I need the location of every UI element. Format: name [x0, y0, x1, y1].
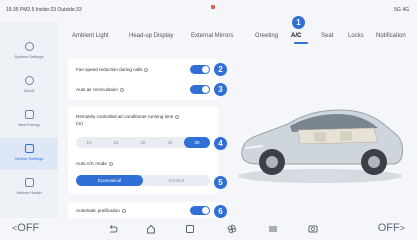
tab-head-up-display[interactable]: Head-up Display — [129, 33, 173, 39]
left-temp-display[interactable]: <OFF — [12, 222, 39, 234]
square-icon[interactable] — [185, 224, 195, 234]
settings-card-purification: Automatic purification — [68, 202, 218, 218]
fan-speed-toggle[interactable] — [190, 65, 210, 74]
sidebar-item-label: System Settings — [14, 54, 44, 59]
bottom-bar: <OFF OFF> — [0, 218, 417, 240]
remote-ac-option-selected[interactable]: 30 — [184, 137, 210, 148]
signal-status: 5G 4G — [394, 7, 409, 13]
sidebar-item-vehicle-health[interactable]: Vehicle Health — [0, 172, 58, 204]
status-bar: 16:35 PM2.5 Inside:23 Outside:33 5G 4G — [0, 0, 417, 20]
steering-icon — [24, 76, 34, 85]
callout-badge: 6 — [214, 205, 227, 218]
back-icon[interactable] — [108, 224, 118, 234]
car-health-icon — [24, 178, 34, 187]
right-temp-display[interactable]: OFF> — [378, 222, 405, 234]
remote-ac-option[interactable]: 15 — [103, 137, 129, 148]
remote-ac-label: Remotely controlled air conditioner runn… — [76, 114, 180, 119]
remote-ac-option[interactable]: 20 — [130, 137, 156, 148]
tab-ambient-light[interactable]: Ambient Light — [72, 33, 109, 39]
sidebar-item-vehicle-settings[interactable]: Vehicle Settings — [0, 138, 58, 170]
sidebar-item-label: New Energy — [18, 122, 40, 127]
auto-purification-toggle[interactable] — [190, 206, 210, 215]
callout-badge: 1 — [292, 16, 305, 29]
gear-icon — [24, 42, 34, 51]
sidebar-item-label: ADAS — [23, 88, 35, 93]
auto-ac-mode-option-selected[interactable]: Economical — [76, 175, 143, 186]
tab-greeting[interactable]: Greeting — [255, 33, 278, 39]
tab-external-mirrors[interactable]: External Mirrors — [191, 33, 233, 39]
info-icon[interactable] — [108, 161, 113, 166]
car-illustration — [228, 80, 408, 190]
settings-card-ac: Remotely controlled air conditioner runn… — [68, 106, 218, 194]
callout-badge: 3 — [214, 83, 227, 96]
seat-heat-icon[interactable] — [308, 224, 318, 234]
grid-icon[interactable] — [268, 224, 278, 234]
settings-card-toggles: Fan speed reduction during calls Auto ai… — [68, 58, 218, 100]
auto-ac-mode-selector: Economical Comfort — [76, 175, 210, 186]
callout-badge: 2 — [214, 63, 227, 76]
tab-ac[interactable]: A/C — [291, 33, 301, 39]
sidebar-item-new-energy[interactable]: New Energy — [0, 104, 58, 136]
tab-bar: Ambient Light Head-up Display External M… — [58, 26, 417, 46]
car-image — [238, 109, 403, 183]
auto-recirc-toggle[interactable] — [190, 85, 210, 94]
sidebar-item-system-settings[interactable]: System Settings — [0, 36, 58, 68]
tab-locks[interactable]: Locks — [348, 33, 364, 39]
info-icon[interactable] — [119, 87, 124, 92]
auto-recirc-label: Auto air recirculation — [76, 87, 124, 92]
callout-badge: 4 — [214, 137, 227, 150]
info-icon[interactable] — [121, 208, 126, 213]
remote-ac-option[interactable]: 25 — [157, 137, 183, 148]
tab-notification[interactable]: Notification — [376, 33, 406, 39]
sidebar-item-label: Vehicle Health — [16, 190, 42, 195]
sidebar: System Settings ADAS New Energy Vehicle … — [0, 22, 58, 218]
battery-icon — [24, 110, 34, 119]
car-icon — [24, 144, 34, 153]
home-icon[interactable] — [146, 224, 156, 234]
info-icon[interactable] — [144, 67, 149, 72]
sidebar-item-adas[interactable]: ADAS — [0, 70, 58, 102]
notification-dot-icon — [211, 5, 215, 9]
fan-speed-label: Fan speed reduction during calls — [76, 67, 149, 72]
tab-seat[interactable]: Seat — [321, 33, 333, 39]
status-text: 16:35 PM2.5 Inside:23 Outside:33 — [6, 7, 82, 13]
auto-ac-mode-label: Auto A/C mode — [76, 161, 113, 166]
auto-purification-label: Automatic purification — [76, 208, 126, 213]
auto-ac-mode-option[interactable]: Comfort — [143, 175, 210, 186]
info-icon[interactable] — [175, 114, 180, 119]
sidebar-item-label: Vehicle Settings — [14, 156, 44, 161]
remote-ac-option[interactable]: 10 — [76, 137, 102, 148]
callout-badge: 5 — [214, 176, 227, 189]
fan-icon[interactable] — [227, 224, 237, 234]
remote-ac-unit: (m) — [76, 121, 83, 126]
remote-ac-time-selector: 10 15 20 25 30 — [76, 137, 210, 148]
active-tab-indicator — [294, 42, 308, 44]
